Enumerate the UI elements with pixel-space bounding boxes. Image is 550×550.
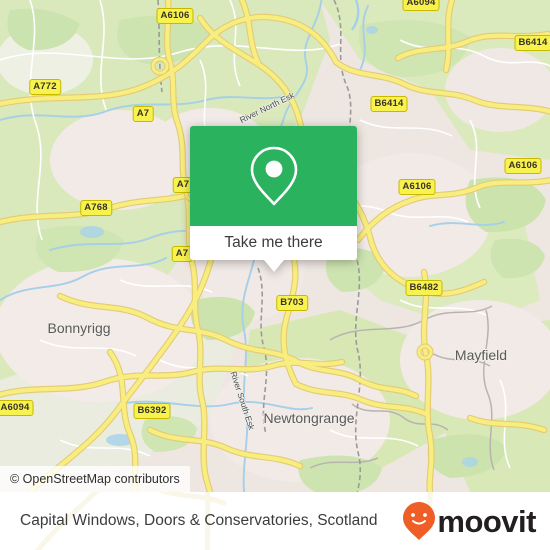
road-shield: A7 bbox=[132, 106, 154, 122]
road-shield: A6094 bbox=[402, 0, 440, 11]
footer-bar: Capital Windows, Doors & Conservatories,… bbox=[0, 492, 550, 550]
take-me-there-label: Take me there bbox=[224, 234, 323, 251]
road-shield: A6094 bbox=[0, 400, 34, 416]
road-shield: A6106 bbox=[156, 8, 194, 24]
road-shield: B6414 bbox=[514, 35, 550, 51]
map-pin-icon bbox=[250, 146, 297, 206]
road-shield: A6106 bbox=[398, 179, 436, 195]
road-shield: B6414 bbox=[370, 96, 408, 112]
moovit-logo[interactable]: moovit bbox=[402, 501, 536, 541]
road-shield: A772 bbox=[29, 79, 61, 95]
road-shield: A6106 bbox=[504, 158, 542, 174]
map-attribution[interactable]: © OpenStreetMap contributors bbox=[0, 466, 190, 492]
location-popup[interactable]: Take me there bbox=[190, 126, 357, 272]
place-label-mayfield: Mayfield bbox=[454, 347, 508, 363]
popup-pointer bbox=[263, 260, 284, 272]
place-label-newtongrange: Newtongrange bbox=[263, 410, 355, 426]
road-shield: B6392 bbox=[133, 403, 171, 419]
road-shield: A768 bbox=[80, 200, 112, 216]
road-shield: B703 bbox=[276, 295, 308, 311]
attribution-text: © OpenStreetMap contributors bbox=[10, 472, 180, 486]
popup-footer[interactable]: Take me there bbox=[190, 226, 357, 272]
popup-header bbox=[190, 126, 357, 226]
map-canvas[interactable]: A6106 A6094 B6414 A772 A7 B6414 A6106 A7… bbox=[0, 0, 550, 492]
place-label-bonnyrigg: Bonnyrigg bbox=[47, 320, 111, 336]
page-title: Capital Windows, Doors & Conservatories,… bbox=[20, 512, 378, 529]
moovit-smiley-pin-icon bbox=[403, 502, 436, 540]
road-shield: B6482 bbox=[405, 280, 443, 296]
map-screenshot: A6106 A6094 B6414 A772 A7 B6414 A6106 A7… bbox=[0, 0, 550, 550]
moovit-wordmark: moovit bbox=[437, 503, 536, 539]
